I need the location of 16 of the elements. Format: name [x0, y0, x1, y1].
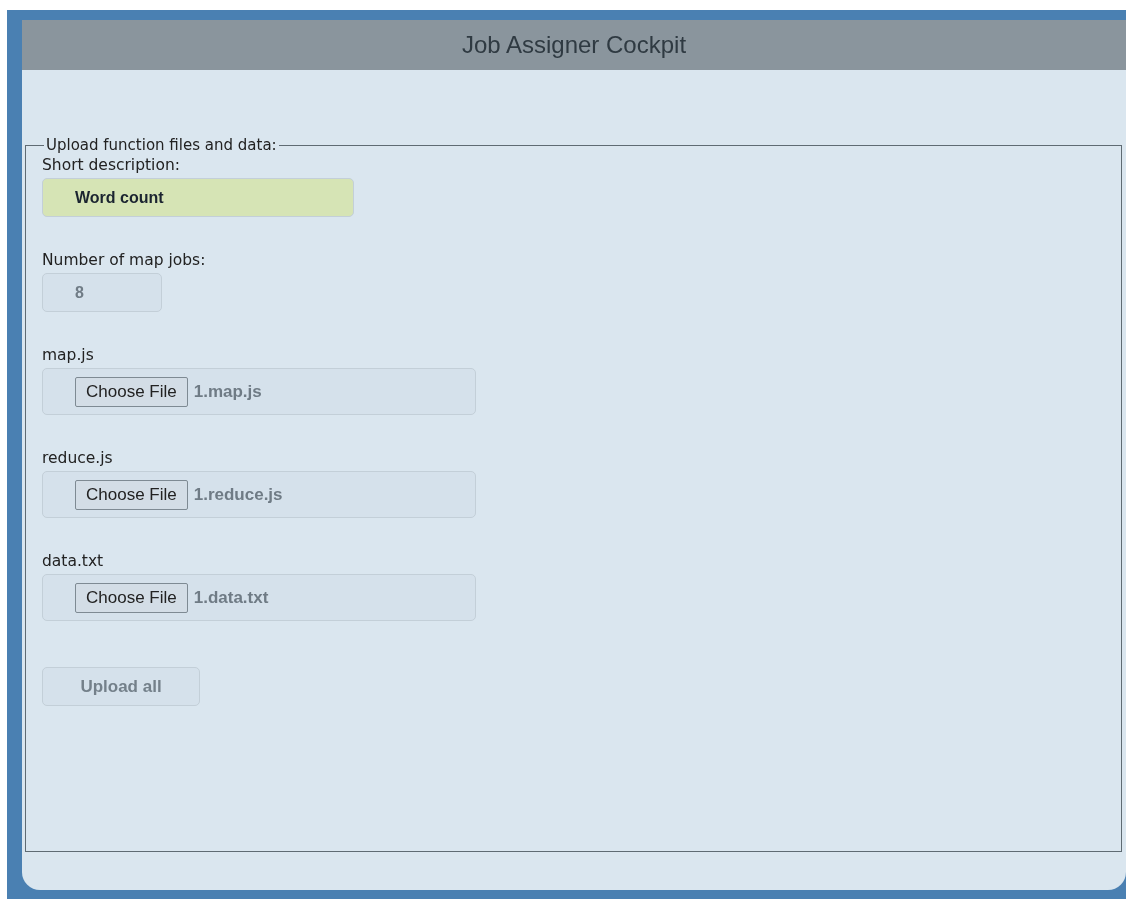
field-label: Number of map jobs:: [42, 251, 206, 269]
field-label: map.js: [42, 346, 94, 364]
field-value: Word count: [75, 188, 164, 207]
description-field[interactable]: Word count: [42, 178, 354, 217]
field-value: 8: [75, 283, 84, 302]
choose-file-button[interactable]: Choose File: [75, 479, 188, 510]
file-name: 1.map.js: [193, 381, 262, 402]
window-title: Job Assigner Cockpit: [461, 31, 687, 59]
field-label: reduce.js: [42, 449, 113, 467]
group-legend: Upload function files and data:: [44, 136, 279, 154]
field-label: Short description:: [42, 156, 180, 174]
field-label: data.txt: [42, 552, 104, 570]
file-name: 1.data.txt: [193, 587, 269, 608]
choose-file-button[interactable]: Choose File: [75, 582, 188, 613]
file-name: 1.reduce.js: [193, 484, 283, 505]
choose-file-button[interactable]: Choose File: [75, 376, 188, 407]
